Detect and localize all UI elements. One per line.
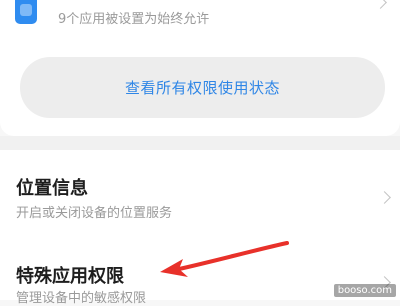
watermark: booso.com xyxy=(333,284,396,297)
red-arrow-annotation-icon xyxy=(160,241,289,277)
app-icon xyxy=(15,0,37,24)
chevron-right-icon xyxy=(374,0,387,9)
special-app-permissions-subtitle: 管理设备中的敏感权限 xyxy=(16,291,147,306)
permission-summary-card[interactable]: 9个应用被设置为始终允许 查看所有权限使用状态 xyxy=(0,0,400,136)
chevron-right-icon xyxy=(378,191,391,204)
always-allowed-count-text: 9个应用被设置为始终允许 xyxy=(58,12,210,27)
view-all-permission-status-button[interactable]: 查看所有权限使用状态 xyxy=(20,57,385,118)
special-app-permissions-title: 特殊应用权限 xyxy=(16,266,124,287)
location-title: 位置信息 xyxy=(16,178,88,199)
section-divider xyxy=(0,136,400,150)
location-subtitle: 开启或关闭设备的位置服务 xyxy=(16,206,173,221)
